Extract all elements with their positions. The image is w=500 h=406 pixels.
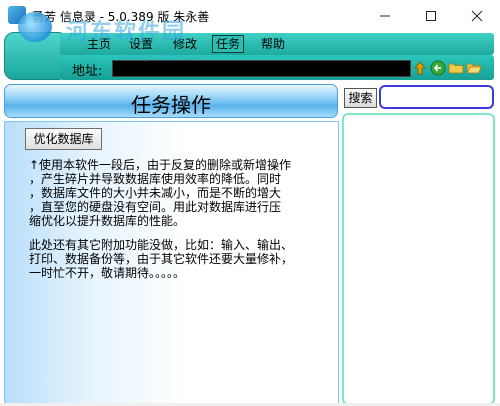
maximize-icon <box>426 10 436 21</box>
app-window: 勇芳 信息录 - 5.0.389 版 朱永善 主页 设置 修改 任务 帮助 地址… <box>0 0 500 406</box>
back-arrow-icon[interactable] <box>430 60 446 76</box>
watermark-url: www.pc0359.cn <box>118 52 198 63</box>
watermark-text: 河东软件园 <box>66 20 187 45</box>
paragraph-line: ，数据库文件的大小并未减小，而是不断的增大 <box>29 186 282 200</box>
paragraph-line: ，直至您的硬盘没有空间。用此对数据库进行压 <box>29 200 282 214</box>
paragraph-line: ↑使用本软件一段后，由于反复的删除或新增操作 <box>29 158 292 172</box>
menu-item-tasks[interactable]: 任务 <box>212 35 245 53</box>
search-button[interactable]: 搜索 <box>344 88 377 108</box>
paragraph-line: 打印、数据备份等，由于其它软件还要大量修补， <box>29 252 294 266</box>
section-header: 任务操作 <box>4 84 338 118</box>
close-button[interactable] <box>454 0 500 31</box>
minimize-icon <box>380 15 390 16</box>
content-panel: 优化数据库 ↑使用本软件一段后，由于反复的删除或新增操作 ，产生碎片并导致数据库… <box>4 121 339 404</box>
maximize-button[interactable] <box>408 0 454 31</box>
folder-icon[interactable] <box>448 60 464 76</box>
right-panel[interactable] <box>342 113 495 405</box>
paragraph-line: 此处还有其它附加功能没做，比如：输入、输出、 <box>29 238 294 252</box>
minimize-button[interactable] <box>362 0 408 31</box>
search-input[interactable] <box>379 85 494 109</box>
open-folder-icon[interactable] <box>466 60 482 76</box>
optimize-database-button[interactable]: 优化数据库 <box>25 128 102 150</box>
paragraph-line: 缩优化以提升数据库的性能。 <box>29 214 186 228</box>
watermark-logo <box>18 12 52 42</box>
close-icon <box>471 10 483 21</box>
menu-item-help[interactable]: 帮助 <box>258 36 288 52</box>
paragraph-line: ，产生碎片并导致数据库使用效率的降低。同时 <box>29 172 282 186</box>
up-arrow-icon[interactable] <box>412 60 428 76</box>
paragraph-line: 一时忙不开，敬请期待。。。。。 <box>29 266 186 280</box>
address-label: 地址: <box>72 64 103 79</box>
section-title: 任务操作 <box>131 93 211 117</box>
